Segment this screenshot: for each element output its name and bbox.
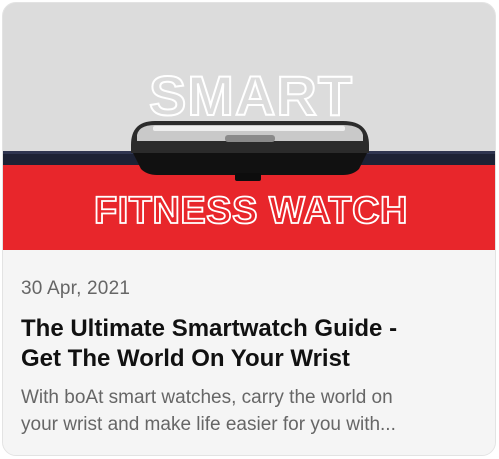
blog-article-card[interactable]: SMART FITNESS WATCH 30 Apr, 2021 The Ult… (2, 2, 496, 456)
article-content: 30 Apr, 2021 The Ultimate Smartwatch Gui… (3, 250, 495, 455)
article-title[interactable]: The Ultimate Smartwatch Guide - Get The … (21, 314, 491, 374)
article-excerpt-line: With boAt smart watches, carry the world… (21, 387, 393, 408)
article-title-line[interactable]: The Ultimate Smartwatch Guide - (21, 314, 491, 344)
article-date: 30 Apr, 2021 (21, 278, 131, 299)
watch-body-image (131, 121, 369, 181)
article-hero-image[interactable]: SMART FITNESS WATCH (3, 3, 495, 250)
article-title-line[interactable]: Get The World On Your Wrist (21, 344, 491, 374)
hero-headline-smart: SMART (149, 64, 353, 127)
hero-headline-fitness-watch: FITNESS WATCH (94, 190, 408, 232)
article-excerpt: With boAt smart watches, carry the world… (21, 384, 491, 438)
article-excerpt-line: your wrist and make life easier for you … (21, 414, 396, 435)
